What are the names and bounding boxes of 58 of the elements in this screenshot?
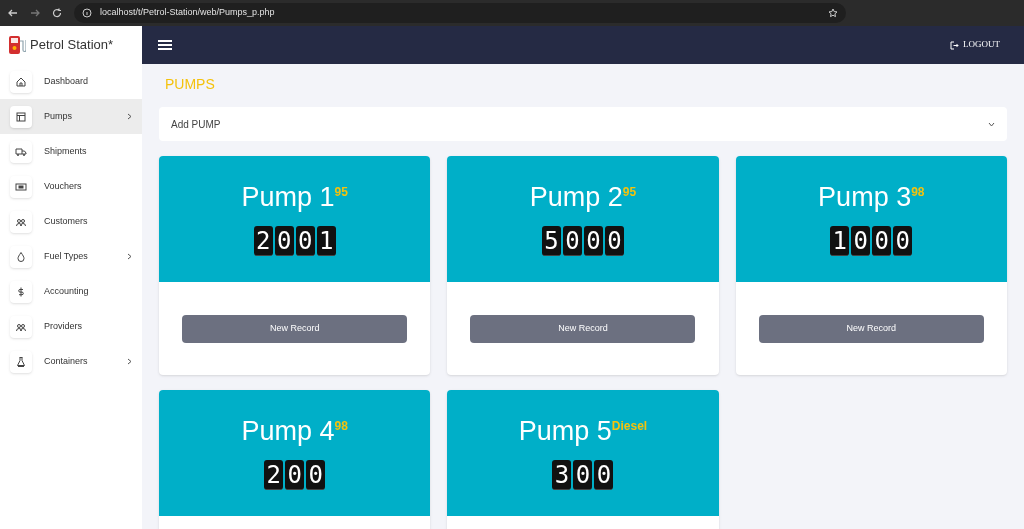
counter-digit: 0 — [872, 226, 892, 256]
counter-digit: 3 — [552, 460, 572, 490]
chevron-right-icon — [127, 358, 132, 365]
counter-digit: 0 — [605, 226, 624, 256]
counter-digit: 1 — [316, 226, 336, 256]
pump-name: Pump 2 — [529, 181, 623, 214]
brand-name: Petrol Station* — [30, 36, 114, 55]
reload-icon[interactable] — [52, 8, 62, 18]
counter-digit: 0 — [851, 226, 871, 256]
chevron-right-icon — [127, 253, 132, 260]
fuel-pump-icon — [8, 35, 26, 55]
new-record-button[interactable]: New Record — [470, 314, 696, 343]
dollar-icon — [10, 280, 32, 303]
counter-digit: 0 — [306, 460, 326, 490]
new-record-button[interactable]: New Record — [758, 314, 984, 343]
fuel-type: 95 — [334, 184, 348, 199]
ticket-icon — [10, 175, 32, 198]
users-icon — [10, 210, 32, 233]
pump-name: Pump 5 — [518, 415, 612, 448]
counter-digit: 0 — [594, 460, 614, 490]
logout-icon — [950, 40, 959, 50]
counter-digit: 5 — [542, 226, 561, 256]
forward-icon[interactable] — [30, 8, 40, 18]
counter-digit: 0 — [295, 226, 315, 256]
counter-digit: 0 — [274, 226, 294, 256]
users-icon — [10, 315, 32, 338]
flask-icon — [10, 350, 32, 373]
site-info-icon[interactable] — [82, 8, 92, 18]
pump-name: Pump 1 — [241, 181, 335, 214]
pump-name: Pump 4 — [241, 415, 335, 448]
layout-icon — [10, 105, 32, 128]
url-text: localhost/t/Petrol-Station/web/Pumps_p.php — [100, 6, 276, 20]
menu-icon[interactable] — [158, 39, 172, 51]
address-bar[interactable]: localhost/t/Petrol-Station/web/Pumps_p.php — [74, 3, 846, 23]
counter-digit: 0 — [285, 460, 305, 490]
counter-digit: 2 — [253, 226, 273, 256]
truck-icon — [10, 140, 32, 163]
chevron-right-icon — [127, 113, 132, 120]
fuel-type: Diesel — [611, 418, 648, 433]
drop-icon — [10, 245, 32, 268]
counter-digit: 0 — [893, 226, 913, 256]
counter-digit: 0 — [584, 226, 603, 256]
star-icon[interactable] — [828, 8, 838, 18]
home-icon — [10, 70, 32, 93]
fuel-type: 98 — [334, 418, 348, 433]
new-record-button[interactable]: New Record — [182, 314, 408, 343]
counter-digit: 0 — [563, 226, 582, 256]
counter-digit: 1 — [830, 226, 850, 256]
page-title: PUMPS — [164, 75, 216, 94]
counter-digit: 0 — [573, 460, 593, 490]
fuel-type: 98 — [911, 184, 925, 199]
logout-button[interactable]: LOGOUT — [950, 38, 1000, 52]
pump-name: Pump 3 — [818, 181, 912, 214]
back-icon[interactable] — [8, 8, 18, 18]
sidebar-item[interactable]: Pumps — [0, 99, 142, 134]
add-pump-panel[interactable]: Add PUMP — [159, 107, 1007, 141]
fuel-type: 95 — [622, 184, 637, 199]
counter-digit: 2 — [264, 460, 284, 490]
